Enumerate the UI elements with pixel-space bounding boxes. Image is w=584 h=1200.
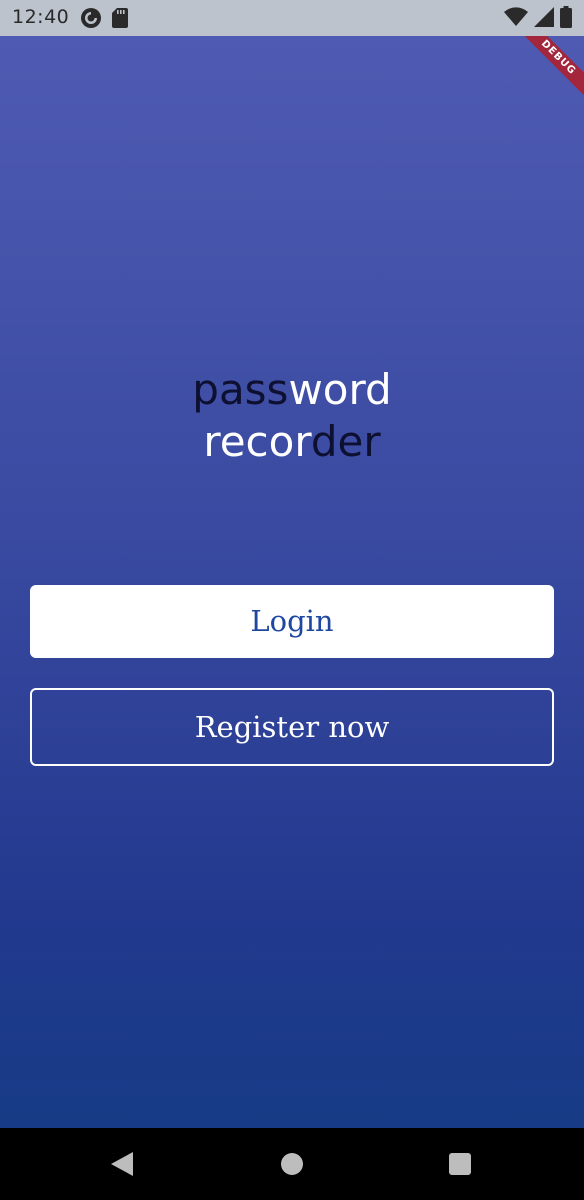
signal-icon	[534, 7, 554, 31]
register-button[interactable]: Register now	[30, 688, 554, 766]
sd-card-icon	[112, 8, 128, 32]
app-content: DEBUG password recorder Login Register n…	[0, 36, 584, 1128]
title-part-der: der	[310, 417, 381, 466]
app-title: password recorder	[0, 364, 584, 468]
title-part-pass: pass	[192, 365, 289, 414]
status-right-icons	[504, 6, 572, 32]
battery-icon	[560, 6, 572, 32]
title-line-1: password	[0, 364, 584, 416]
status-bar: 12:40	[0, 0, 584, 36]
title-part-word: word	[288, 365, 392, 414]
home-icon[interactable]	[281, 1152, 303, 1180]
title-part-recor: recor	[203, 417, 311, 466]
phone-screen: 12:40 DEBUG password recorder Login Regi…	[0, 0, 584, 1200]
status-left-icons	[80, 7, 128, 33]
debug-banner: DEBUG	[509, 36, 584, 107]
title-line-2: recorder	[0, 416, 584, 468]
pocket-casts-icon	[80, 7, 102, 33]
back-icon[interactable]	[111, 1152, 133, 1180]
status-time: 12:40	[12, 6, 70, 28]
navigation-bar	[0, 1128, 584, 1200]
wifi-icon	[504, 7, 528, 31]
recents-icon[interactable]	[449, 1152, 471, 1180]
login-button[interactable]: Login	[30, 585, 554, 658]
